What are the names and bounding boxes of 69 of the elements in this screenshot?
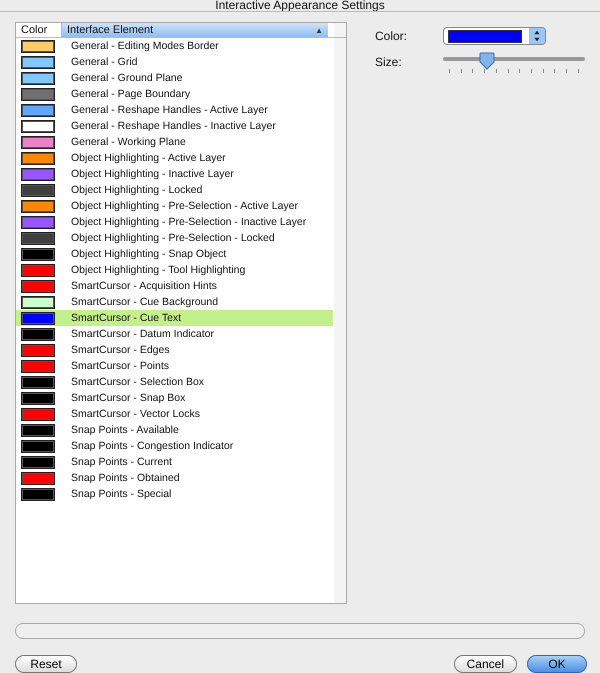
element-name: General - Working Plane [71, 136, 186, 148]
table-row[interactable]: SmartCursor - Selection Box [16, 374, 333, 390]
table-row[interactable]: SmartCursor - Cue Text [16, 310, 333, 326]
element-name: Object Highlighting - Tool Highlighting [71, 264, 246, 276]
table-row[interactable]: Object Highlighting - Inactive Layer [16, 166, 333, 182]
element-name: Object Highlighting - Pre-Selection - Locked [71, 232, 275, 244]
element-name: SmartCursor - Selection Box [71, 376, 204, 388]
table-row[interactable]: General - Ground Plane [16, 70, 333, 86]
element-name: General - Editing Modes Border [71, 40, 219, 52]
element-name: Object Highlighting - Locked [71, 184, 202, 196]
element-name: General - Reshape Handles - Inactive Layer [71, 120, 276, 132]
table-row[interactable]: SmartCursor - Edges [16, 342, 333, 358]
table-row[interactable]: General - Working Plane [16, 134, 333, 150]
element-name: Object Highlighting - Pre-Selection - Inactive Layer [71, 216, 306, 228]
size-slider[interactable] [443, 51, 585, 74]
element-name: Snap Points - Obtained [71, 472, 180, 484]
element-name: General - Page Boundary [71, 88, 190, 100]
table-row[interactable]: SmartCursor - Datum Indicator [16, 326, 333, 342]
element-name: SmartCursor - Datum Indicator [71, 328, 214, 340]
table-row[interactable]: Object Highlighting - Locked [16, 182, 333, 198]
table-row[interactable]: Object Highlighting - Active Layer [16, 150, 333, 166]
table-row[interactable]: General - Reshape Handles - Active Layer [16, 102, 333, 118]
element-name: Snap Points - Congestion Indicator [71, 440, 234, 452]
element-name: SmartCursor - Edges [71, 344, 170, 356]
table-row[interactable]: SmartCursor - Points [16, 358, 333, 374]
element-name: Object Highlighting - Active Layer [71, 152, 226, 164]
cancel-button[interactable]: Cancel [454, 655, 517, 673]
table-row[interactable]: General - Editing Modes Border [16, 38, 333, 54]
table-row[interactable]: Object Highlighting - Pre-Selection - Locked [16, 230, 333, 246]
table-row[interactable]: Object Highlighting - Pre-Selection - Inactive Layer [16, 214, 333, 230]
element-name: Snap Points - Current [71, 456, 172, 468]
element-name: General - Reshape Handles - Active Layer [71, 104, 268, 116]
table-row[interactable]: General - Page Boundary [16, 86, 333, 102]
table-row[interactable]: SmartCursor - Snap Box [16, 390, 333, 406]
table-row[interactable]: Object Highlighting - Tool Highlighting [16, 262, 333, 278]
element-name: General - Grid [71, 56, 138, 68]
table-row[interactable]: SmartCursor - Cue Background [16, 294, 333, 310]
table-row[interactable]: Snap Points - Current [16, 454, 333, 470]
table-row[interactable]: SmartCursor - Vector Locks [16, 406, 333, 422]
element-name: SmartCursor - Vector Locks [71, 408, 200, 420]
table-row[interactable]: Snap Points - Available [16, 422, 333, 438]
element-name: SmartCursor - Cue Background [71, 296, 218, 308]
element-name: SmartCursor - Points [71, 360, 170, 372]
element-name: Object Highlighting - Pre-Selection - Active Layer [71, 200, 298, 212]
size-label: Size: [375, 55, 403, 70]
table-row[interactable]: Object Highlighting - Pre-Selection - Active Layer [16, 198, 333, 214]
stepper-icon [529, 28, 545, 44]
table-row[interactable]: Snap Points - Congestion Indicator [16, 438, 333, 454]
color-picker[interactable] [443, 27, 546, 46]
element-name: Object Highlighting - Snap Object [71, 248, 226, 260]
element-name: SmartCursor - Acquisition Hints [71, 280, 217, 292]
table-row[interactable]: General - Reshape Handles - Inactive Layer [16, 118, 333, 134]
element-name: Snap Points - Special [71, 488, 172, 500]
table-row[interactable]: SmartCursor - Acquisition Hints [16, 278, 333, 294]
sort-arrow-icon: ▲ [315, 26, 323, 35]
reset-button[interactable]: Reset [15, 655, 77, 673]
ok-button[interactable]: OK [527, 655, 587, 673]
table-row[interactable]: Object Highlighting - Snap Object [16, 246, 333, 262]
table-row[interactable]: Snap Points - Special [16, 486, 333, 502]
slider-thumb[interactable] [479, 52, 496, 70]
element-name: Snap Points - Available [71, 424, 179, 436]
element-name: General - Ground Plane [71, 72, 182, 84]
element-name: Object Highlighting - Inactive Layer [71, 168, 234, 180]
column-header[interactable]: Interface Element ▲ [62, 23, 328, 38]
table-row[interactable]: General - Grid [16, 54, 333, 70]
element-name: SmartCursor - Snap Box [71, 392, 186, 404]
color-label: Color: [375, 29, 408, 44]
table-row[interactable]: Snap Points - Obtained [16, 470, 333, 486]
element-name: SmartCursor - Cue Text [71, 312, 182, 324]
